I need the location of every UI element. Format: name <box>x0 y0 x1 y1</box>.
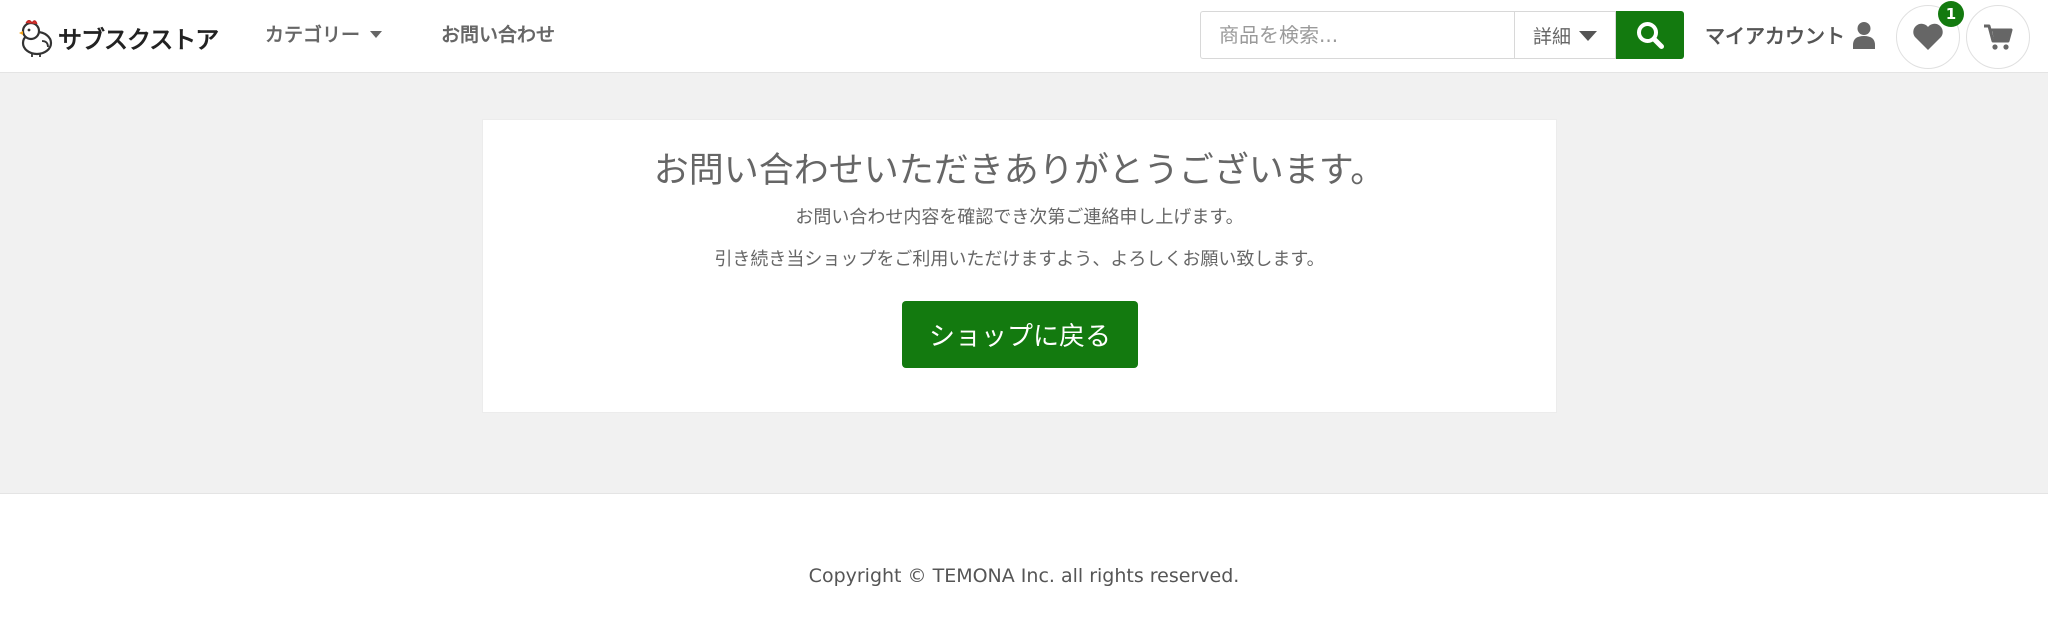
copyright-text: Copyright © TEMONA Inc. all rights reser… <box>808 565 1240 587</box>
heart-icon <box>1913 23 1943 50</box>
logo-text: サブスクストア <box>58 25 219 54</box>
back-to-shop-button[interactable]: ショップに戻る <box>902 301 1138 368</box>
store-logo[interactable]: サブスクストア <box>18 17 219 57</box>
search-detail-dropdown[interactable]: 詳細 <box>1514 11 1616 59</box>
confirmation-message: お問い合わせ内容を確認でき次第ご連絡申し上げます。 <box>795 207 1244 228</box>
favorites-count-badge: 1 <box>1938 1 1964 27</box>
cart-icon <box>1984 24 2013 50</box>
chicken-logo-icon <box>19 20 53 57</box>
caret-down-icon <box>1579 31 1597 41</box>
nav-contact-link[interactable]: お問い合わせ <box>441 20 555 47</box>
main-content: お問い合わせいただきありがとうございます。 お問い合わせ内容を確認でき次第ご連絡… <box>0 73 2048 494</box>
nav-category-dropdown[interactable]: カテゴリー <box>265 20 383 47</box>
search-detail-label: 詳細 <box>1532 25 1571 48</box>
search-input[interactable] <box>1200 11 1515 59</box>
thank-you-card: お問い合わせいただきありがとうございます。 お問い合わせ内容を確認でき次第ご連絡… <box>482 119 1557 413</box>
caret-down-icon <box>370 31 383 38</box>
user-icon <box>1853 21 1875 49</box>
search-button[interactable] <box>1616 11 1684 59</box>
page-title: お問い合わせいただきありがとうございます。 <box>653 151 1386 191</box>
account-label: マイアカウント <box>1705 24 1845 48</box>
search-icon <box>1637 22 1664 49</box>
nav-category-label: カテゴリー <box>265 24 361 46</box>
my-account-link[interactable]: マイアカウント <box>1705 20 1875 49</box>
cart-button[interactable] <box>1966 5 2030 69</box>
thanks-message: 引き続き当ショップをご利用いただけますよう、よろしくお願い致します。 <box>714 249 1325 270</box>
site-footer: Copyright © TEMONA Inc. all rights reser… <box>0 494 2048 642</box>
site-header: サブスクストア カテゴリー お問い合わせ 詳細 マイアカウント 1 <box>0 0 2048 73</box>
